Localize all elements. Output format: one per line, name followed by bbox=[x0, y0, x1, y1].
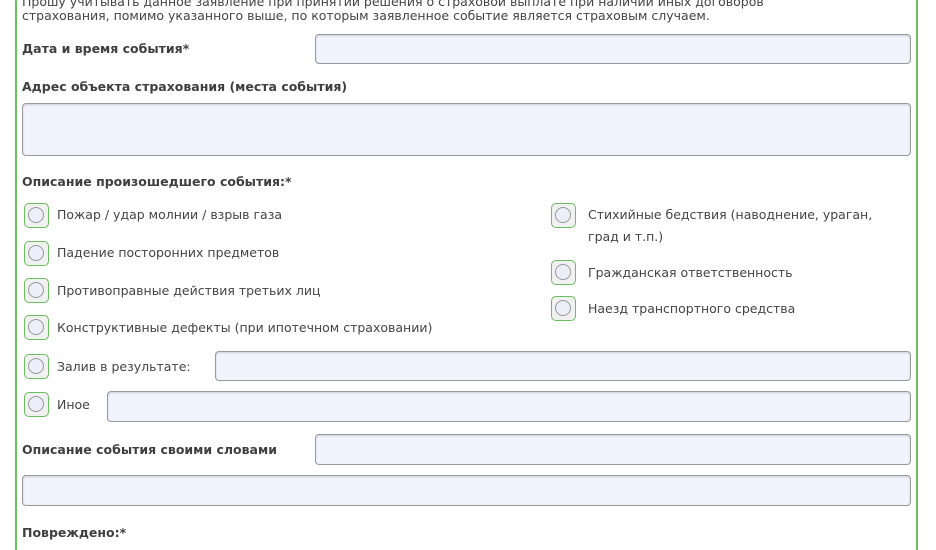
flood-cause-input[interactable] bbox=[215, 351, 911, 381]
radio-third-party-label: Противоправные действия третьих лиц bbox=[57, 283, 321, 298]
radio-fire-label: Пожар / удар молнии / взрыв газа bbox=[57, 207, 283, 222]
other-event-input[interactable] bbox=[107, 391, 911, 422]
address-textarea[interactable] bbox=[22, 103, 911, 156]
radio-construction-defects-label: Конструктивные дефекты (при ипотечном ст… bbox=[57, 320, 433, 335]
radio-other-label: Иное bbox=[57, 397, 90, 412]
intro-text-line2: страхования, помимо указанного выше, по … bbox=[22, 8, 710, 23]
radio-natural-disaster-label-2: град и т.п.) bbox=[588, 229, 664, 244]
radio-other[interactable] bbox=[24, 392, 49, 417]
damaged-label: Повреждено:* bbox=[22, 525, 127, 540]
radio-natural-disaster[interactable] bbox=[551, 203, 576, 228]
radio-flood-label: Залив в результате: bbox=[57, 359, 191, 374]
radio-vehicle-collision-label: Наезд транспортного средства bbox=[588, 301, 796, 316]
radio-civil-liability-label: Гражданская ответственность bbox=[588, 265, 793, 280]
radio-flood[interactable] bbox=[24, 354, 49, 379]
radio-falling-objects-label: Падение посторонних предметов bbox=[57, 245, 280, 260]
radio-fire[interactable] bbox=[24, 203, 49, 228]
own-words-input[interactable] bbox=[315, 434, 911, 465]
own-words-label: Описание события своими словами bbox=[22, 442, 277, 457]
description-label: Описание произошедшего события:* bbox=[22, 174, 292, 189]
datetime-input[interactable] bbox=[315, 34, 911, 64]
address-label: Адрес объекта страхования (места события… bbox=[22, 79, 348, 94]
radio-falling-objects[interactable] bbox=[24, 241, 49, 266]
radio-third-party[interactable] bbox=[24, 278, 49, 303]
radio-civil-liability[interactable] bbox=[551, 260, 576, 285]
own-words-input-continued[interactable] bbox=[22, 475, 911, 506]
radio-construction-defects[interactable] bbox=[24, 315, 49, 340]
datetime-label: Дата и время события* bbox=[22, 41, 190, 56]
radio-natural-disaster-label-1: Стихийные бедствия (наводнение, ураган, bbox=[588, 207, 873, 222]
radio-vehicle-collision[interactable] bbox=[551, 296, 576, 321]
